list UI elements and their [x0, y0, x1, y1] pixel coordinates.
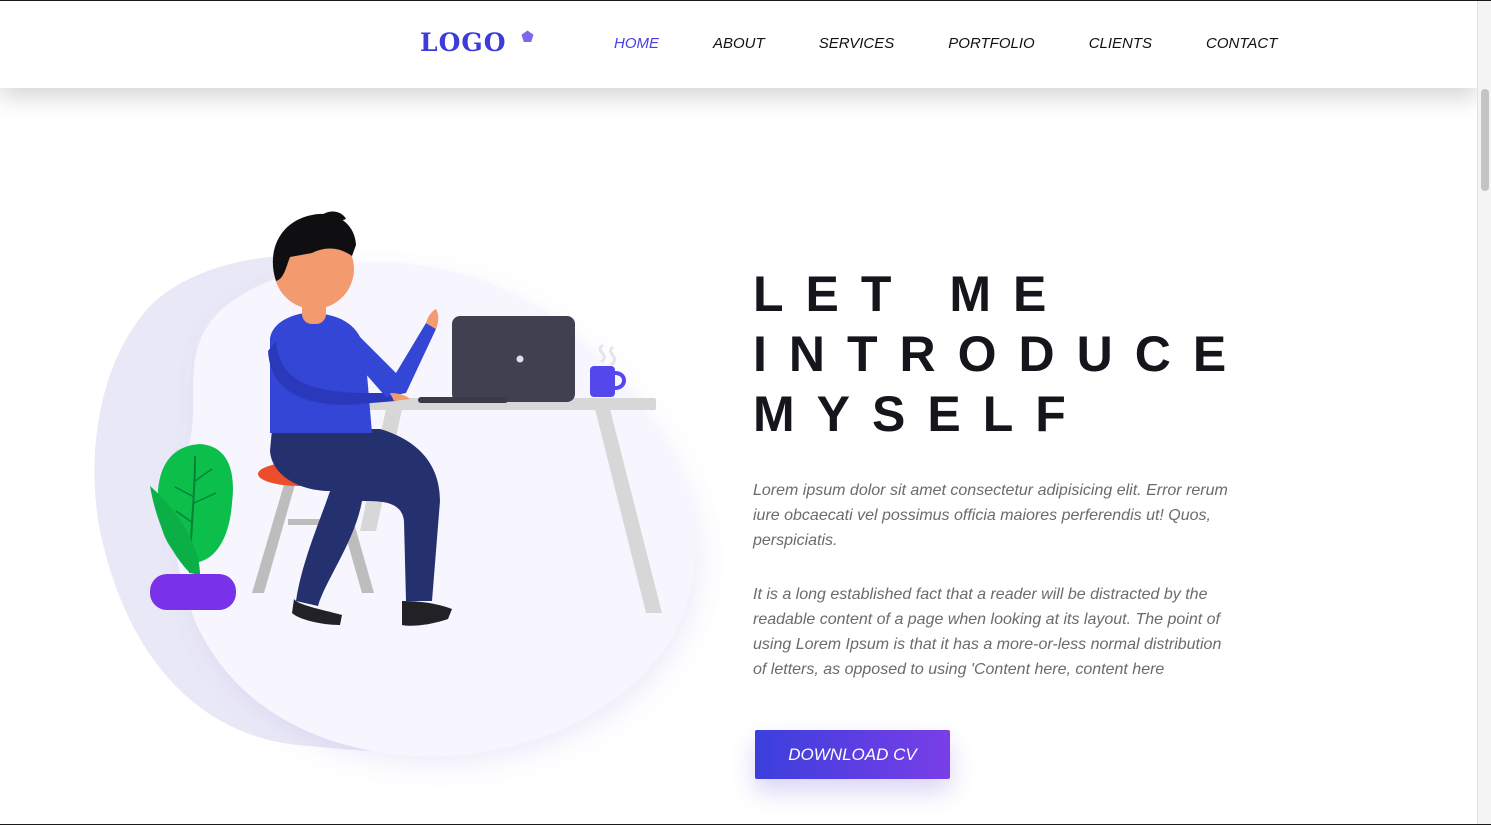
logo[interactable]: LOGO: [420, 30, 506, 55]
hero-paragraph-2: It is a long established fact that a rea…: [753, 586, 1222, 678]
scrollbar-thumb[interactable]: [1481, 89, 1489, 191]
logo-pentagon-icon: [521, 30, 534, 42]
scrollbar-track[interactable]: [1477, 1, 1491, 824]
hero-title-line-3: MYSELF: [753, 386, 1088, 442]
main-nav: HOME ABOUT SERVICES PORTFOLIO CLIENTS CO…: [614, 35, 1277, 53]
nav-home[interactable]: HOME: [614, 35, 659, 53]
site-header: LOGO HOME ABOUT SERVICES PORTFOLIO CLIEN…: [0, 1, 1477, 88]
download-cv-button[interactable]: DOWNLOAD CV: [755, 730, 950, 779]
hero-title-line-1: LET ME: [753, 266, 1069, 322]
nav-contact[interactable]: CONTACT: [1206, 35, 1277, 53]
page: LOGO HOME ABOUT SERVICES PORTFOLIO CLIEN…: [0, 0, 1491, 825]
nav-services[interactable]: SERVICES: [819, 35, 895, 53]
hero-paragraph-1: Lorem ipsum dolor sit amet consectetur a…: [753, 482, 1228, 549]
nav-portfolio[interactable]: PORTFOLIO: [948, 35, 1034, 53]
nav-about[interactable]: ABOUT: [713, 35, 765, 53]
hero-title-line-2: INTRODUCE: [753, 326, 1249, 382]
hero-title: LET ME INTRODUCE MYSELF: [753, 264, 1313, 444]
hero-illustration: [94, 211, 696, 757]
nav-clients[interactable]: CLIENTS: [1089, 35, 1152, 53]
coffee-mug-icon: [590, 344, 626, 397]
